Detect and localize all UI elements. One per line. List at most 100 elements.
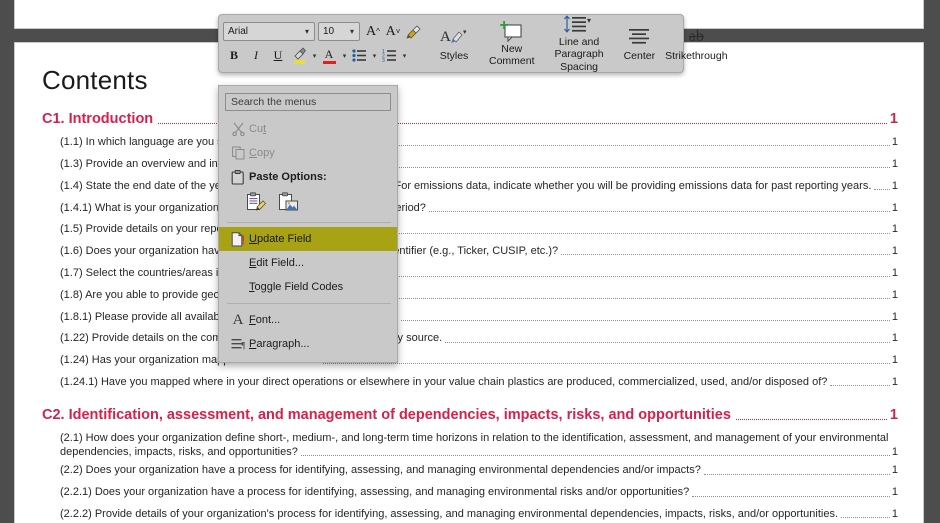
leader-dots <box>561 254 890 256</box>
italic-button[interactable]: I <box>245 45 267 66</box>
menu-item-toggle-field-codes[interactable]: Toggle Field Codes <box>219 275 397 299</box>
picture-paste-icon[interactable] <box>277 191 300 214</box>
line-spacing-label-1: Line and <box>558 36 600 49</box>
caret-down-icon: ˅ <box>395 27 401 36</box>
toc-entry-text: (1.24.1) Have you mapped where in your d… <box>60 375 828 388</box>
leader-dots <box>735 418 887 420</box>
toc-entry[interactable]: (1.1) In which language are you submitti… <box>60 135 898 149</box>
caret-up-icon: ^ <box>376 27 380 36</box>
font-size-combo[interactable]: 10 ▾ <box>318 22 360 41</box>
new-comment-label-2: Comment <box>489 55 535 67</box>
italic-label: I <box>254 48 258 62</box>
toc-entry-page: 1 <box>891 288 898 301</box>
font-color-chevron-icon[interactable]: ▾ <box>339 45 349 66</box>
text-highlight-color-button[interactable] <box>289 45 309 66</box>
toc-entry[interactable]: (2.2) Does your organization have a proc… <box>60 463 898 477</box>
menu-item-edit-field-label: Edit Field... <box>249 257 305 269</box>
search-menus-placeholder: Search the menus <box>231 96 317 108</box>
svg-text:▾: ▾ <box>587 16 591 25</box>
document-page-main[interactable]: Contents C1. Introduction 1 (1.1) In which… <box>14 42 924 523</box>
toc-heading[interactable]: C2. Identification, assessment, and mana… <box>42 406 898 424</box>
bullet-list-icon[interactable] <box>349 45 369 66</box>
underline-button[interactable]: U <box>267 45 289 66</box>
context-menu[interactable]: Search the menus Cut Copy Paste Options:… <box>218 85 398 363</box>
search-the-menus-input[interactable]: Search the menus <box>225 93 391 111</box>
toc-entry[interactable]: (1.8.1) Please provide all available geo… <box>60 310 898 324</box>
menu-item-copy-label: Copy <box>249 147 275 159</box>
leader-dots <box>830 385 890 387</box>
toc-entry-page: 1 <box>891 486 898 499</box>
font-size-value: 10 <box>323 26 335 37</box>
menu-item-update-field[interactable]: Update Field <box>219 227 397 251</box>
leader-dots <box>371 167 890 169</box>
toc-heading-text: C2. Identification, assessment, and mana… <box>42 406 731 423</box>
keep-source-formatting-icon[interactable] <box>245 191 268 214</box>
toc-entry[interactable]: (1.8) Are you able to provide geolocatio… <box>60 288 898 302</box>
font-name-combo[interactable]: Arial ▾ <box>223 22 315 41</box>
copy-icon <box>227 146 249 160</box>
menu-item-paragraph[interactable]: ¶ Paragraph... <box>219 332 397 356</box>
toc-entry[interactable]: (2.2.2) Provide details of your organiza… <box>60 507 898 521</box>
menu-item-cut[interactable]: Cut <box>219 117 397 141</box>
new-comment-button[interactable]: New Comment <box>484 18 540 69</box>
leader-dots <box>349 145 890 147</box>
menu-divider <box>227 303 391 304</box>
center-button[interactable]: Center <box>619 18 661 69</box>
bold-button[interactable]: B <box>223 45 245 66</box>
toc-entry[interactable]: (2.2.1) Does your organization have a pr… <box>60 485 898 499</box>
toc-entry-page: 1 <box>891 201 898 214</box>
toc-entry-page: 1 <box>891 464 898 477</box>
grow-font-label: A <box>366 23 377 39</box>
font-group: Arial ▾ 10 ▾ A ^ A ˅ B I U ▾ A ▾ ▾ 1 2 3… <box>223 18 424 69</box>
styles-icon: A ▾ <box>439 25 469 50</box>
strikethrough-icon: ab <box>689 25 704 50</box>
menu-item-paste-options-label: Paste Options: <box>249 171 327 183</box>
paste-options-row[interactable] <box>219 189 397 218</box>
bullet-chevron-icon[interactable]: ▾ <box>369 45 379 66</box>
toc-entry[interactable]: (1.4.1) What is your organization's annu… <box>60 201 898 215</box>
grow-font-button[interactable]: A ^ <box>363 21 383 42</box>
leader-dots <box>841 517 890 519</box>
numbered-list-icon[interactable]: 1 2 3 <box>379 45 399 66</box>
numbering-chevron-icon[interactable]: ▾ <box>399 45 409 66</box>
toc-entry[interactable]: (1.5) Provide details on your reporting … <box>60 222 898 236</box>
format-painter-icon[interactable] <box>403 21 424 42</box>
table-of-contents: C1. Introduction 1 (1.1) In which language… <box>42 110 898 523</box>
toc-entry[interactable]: (1.4) State the end date of the year for… <box>60 179 898 193</box>
toc-entry[interactable]: (1.22) Provide details on the completene… <box>60 331 898 345</box>
strikethrough-button[interactable]: ab Strikethrough <box>660 18 732 69</box>
toc-entry-text2: dependencies, impacts, risks, and opport… <box>60 446 298 459</box>
new-comment-label-1: New <box>501 42 523 55</box>
toc-entry[interactable]: (1.6) Does your organization have an ISI… <box>60 244 898 258</box>
menu-divider <box>227 222 391 223</box>
menu-item-edit-field[interactable]: Edit Field... <box>219 251 397 275</box>
toc-entry-page: 1 <box>891 354 898 367</box>
shrink-font-button[interactable]: A ˅ <box>383 21 403 42</box>
floating-mini-toolbar[interactable]: Arial ▾ 10 ▾ A ^ A ˅ B I U ▾ A ▾ ▾ 1 2 3… <box>218 14 728 73</box>
toc-entry[interactable]: (1.24.1) Have you mapped where in your d… <box>60 375 898 389</box>
menu-item-font[interactable]: A Font... <box>219 308 397 332</box>
font-color-label: A <box>324 46 334 61</box>
highlight-chevron-icon[interactable]: ▾ <box>309 45 319 66</box>
toc-entry[interactable]: (1.3) Provide an overview and introducti… <box>60 157 898 171</box>
toc-entry[interactable]: (1.7) Select the countries/areas in whic… <box>60 266 898 280</box>
toc-heading[interactable]: C1. Introduction 1 <box>42 110 898 128</box>
toc-entry[interactable]: (1.24) Has your organization mapped its … <box>60 353 898 367</box>
line-spacing-icon: ▾ <box>562 14 596 36</box>
toc-heading-text: C1. Introduction <box>42 111 154 127</box>
toc-entry-page: 1 <box>891 179 898 192</box>
leader-dots <box>874 189 890 191</box>
leader-dots <box>323 363 890 365</box>
svg-text:A: A <box>440 29 451 45</box>
toc-entry[interactable]: (2.1) How does your organization define … <box>60 431 898 460</box>
line-and-paragraph-spacing-button[interactable]: ▾ Line and Paragraph Spacing <box>550 15 609 73</box>
toc-entry-text: (1.4) State the end date of the year for… <box>60 179 872 192</box>
font-color-button[interactable]: A <box>319 45 339 66</box>
menu-item-paste-options: Paste Options: <box>219 165 397 189</box>
toc-entry-page: 1 <box>891 310 898 323</box>
menu-item-copy[interactable]: Copy <box>219 141 397 165</box>
leader-dots <box>692 495 890 497</box>
styles-button[interactable]: A ▾ Styles <box>434 18 474 69</box>
menu-item-toggle-field-codes-label: Toggle Field Codes <box>249 281 344 293</box>
